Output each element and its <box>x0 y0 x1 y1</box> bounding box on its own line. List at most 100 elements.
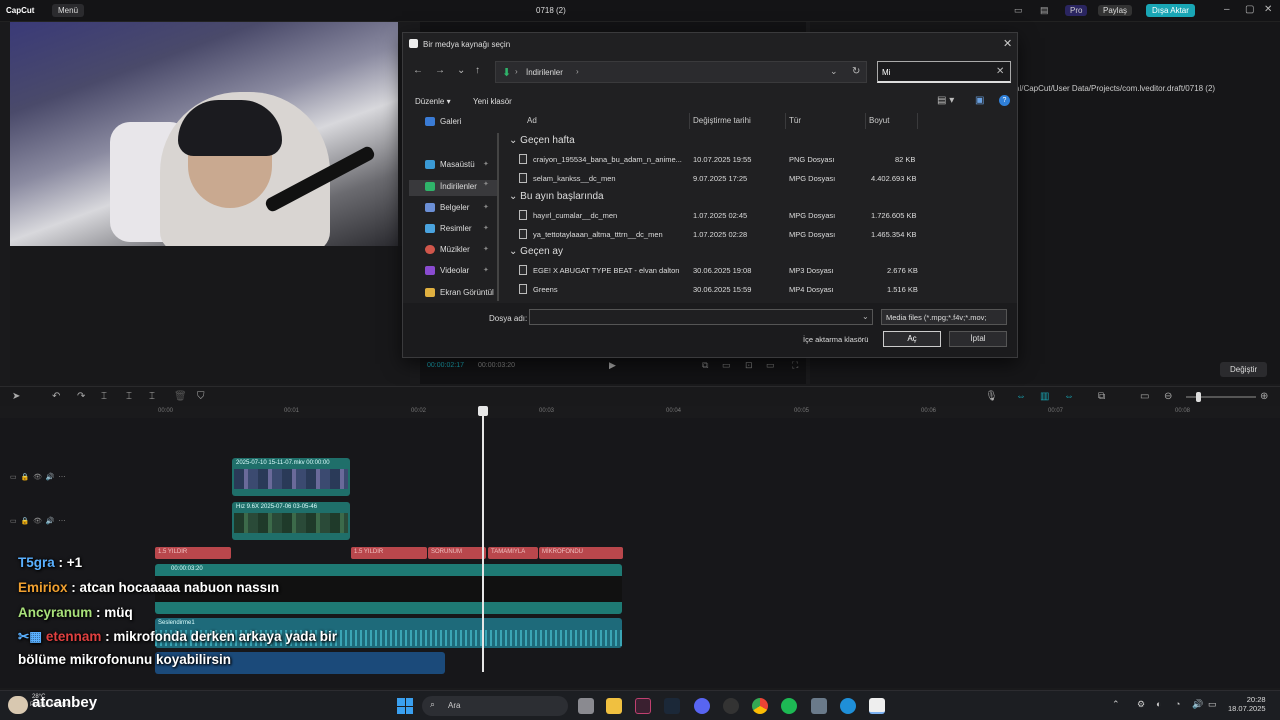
caption-clip[interactable]: TAMAMIYLA <box>488 547 538 559</box>
taskbar-search[interactable]: Ara <box>422 696 568 716</box>
menu-button[interactable]: Menü <box>52 4 85 17</box>
nav-item-pictures[interactable]: Resimler ✦ <box>425 224 489 240</box>
chrome-icon[interactable] <box>752 698 768 714</box>
preview-axis-icon[interactable]: ⇔ <box>1064 391 1074 402</box>
spotify-icon[interactable] <box>781 698 797 714</box>
obs-icon[interactable] <box>723 698 739 714</box>
file-row[interactable]: EGE! X ABUGAT TYPE BEAT - elvan dalton 30… <box>503 263 1013 279</box>
start-icon[interactable] <box>397 698 413 714</box>
snap-icon[interactable]: ▥ <box>1040 391 1049 402</box>
nav-item-downloads[interactable]: İndirilenler ✦ <box>409 180 499 196</box>
file-row[interactable]: craiyon_195534_bana_bu_adam_n_anime... 10… <box>503 152 1013 168</box>
taskbar-clock[interactable]: 20:28 18.07.2025 <box>1228 695 1266 713</box>
video-clip[interactable]: 2025-07-10 15-11-07.mkv 00:00:00 <box>232 458 350 496</box>
tray-chevron-icon[interactable]: ⌃ <box>1112 699 1120 710</box>
tray-icon[interactable]: ⚙ <box>1137 699 1145 710</box>
quality-icon[interactable]: ▭ <box>766 360 775 371</box>
tray-icon[interactable]: ◐ <box>1156 699 1161 709</box>
maximize-icon[interactable]: ▢ <box>1245 4 1254 15</box>
address-bar[interactable]: ⬇ › İndirilenler › ⌄ ↻ <box>495 61 867 83</box>
group-header[interactable]: ⌄ Geçen hafta <box>509 135 575 146</box>
redo-icon[interactable]: ↷ <box>77 391 85 402</box>
fit-icon[interactable]: ▭ <box>1140 391 1149 402</box>
app-icon[interactable] <box>811 698 827 714</box>
playhead[interactable] <box>482 406 484 672</box>
chevron-down-icon[interactable]: ⌄ <box>862 312 869 321</box>
zoom-in-icon[interactable]: ⊕ <box>1260 391 1268 402</box>
nav-item-documents[interactable]: Belgeler ✦ <box>425 203 489 219</box>
caption-clip[interactable]: SORUNUM <box>428 547 486 559</box>
preview-pane-icon[interactable]: ▣ <box>975 95 984 106</box>
column-name[interactable]: Ad <box>527 116 537 125</box>
column-modified[interactable]: Değiştirme tarihi <box>693 116 751 125</box>
video-clip[interactable]: Hız 9.6X 2025-07-06 03-05-46 <box>232 502 350 540</box>
undo-icon[interactable]: ↶ <box>52 391 60 402</box>
nav-scrollbar[interactable] <box>497 133 499 301</box>
share-button[interactable]: Paylaş <box>1098 5 1133 16</box>
change-path-button[interactable]: Değiştir <box>1220 362 1268 377</box>
file-row[interactable]: hayırl_cumalar__dc_men 1.07.2025 02:45 MPG… <box>503 208 1013 224</box>
nav-item-gallery[interactable]: Galeri <box>425 117 461 133</box>
nav-item-screenshots[interactable]: Ekran Görüntül <box>425 288 494 304</box>
minimize-icon[interactable]: – <box>1224 4 1230 15</box>
edge-icon[interactable] <box>840 698 856 714</box>
volume-icon[interactable]: 🔊 <box>1192 699 1203 710</box>
file-row[interactable]: selam_kankss__dc_men 9.07.2025 17:25 MPG D… <box>503 171 1013 187</box>
capcut-taskbar-icon[interactable] <box>869 698 885 714</box>
record-audio-icon[interactable]: 🎙 <box>985 391 998 402</box>
play-icon[interactable]: ▶ <box>609 360 616 371</box>
caption-clip[interactable]: MİKROFONDU <box>539 547 623 559</box>
group-header[interactable]: ⌄ Geçen ay <box>509 246 563 257</box>
view-options-icon[interactable]: ▤ ▾ <box>937 95 954 106</box>
export-button[interactable]: Dışa Aktar <box>1146 4 1195 17</box>
breadcrumb-downloads[interactable]: İndirilenler <box>526 68 563 77</box>
column-type[interactable]: Tür <box>789 116 801 125</box>
multi-track-icon[interactable]: ⧉ <box>1098 391 1105 402</box>
open-button[interactable]: Aç <box>883 331 941 347</box>
file-row[interactable]: ya_tettotaylaaan_altma_tttrn__dc_men 1.07… <box>503 227 1013 243</box>
link-icon[interactable]: ⇔ <box>1016 391 1026 402</box>
organize-menu[interactable]: Düzenle ▾ <box>415 97 451 106</box>
steam-icon[interactable] <box>664 698 680 714</box>
ratio-icon[interactable]: ▭ <box>722 360 731 371</box>
pro-button[interactable]: Pro <box>1065 5 1088 16</box>
dialog-close-icon[interactable]: ✕ <box>1003 37 1012 50</box>
close-icon[interactable]: ✕ <box>1264 4 1272 15</box>
marker-icon[interactable]: ⛉ <box>197 391 205 402</box>
track-controls[interactable]: ▭ 🔒 👁 🔊 ⋯ <box>10 517 66 525</box>
playhead-handle[interactable] <box>478 406 488 416</box>
track-controls[interactable]: ▭ 🔒 👁 🔊 ⋯ <box>10 473 66 481</box>
new-folder-button[interactable]: Yeni klasör <box>473 97 512 106</box>
help-icon[interactable]: ? <box>999 95 1010 106</box>
wifi-icon[interactable]: ◔ <box>1175 699 1180 709</box>
back-icon[interactable]: ← <box>413 65 423 76</box>
weather-icon[interactable] <box>8 696 28 714</box>
app-icon[interactable] <box>635 698 651 714</box>
group-header[interactable]: ⌄ Bu ayın başlarında <box>509 191 604 202</box>
filename-input[interactable]: ⌄ <box>529 309 873 325</box>
search-input[interactable]: Mi ✕ <box>877 61 1011 83</box>
up-icon[interactable]: ↑ <box>475 65 480 76</box>
fullscreen-icon[interactable]: ⛶ <box>792 360 798 371</box>
notification-icon[interactable]: ▭ <box>1208 699 1217 710</box>
address-dropdown-icon[interactable]: ⌄ <box>830 66 838 77</box>
recent-dropdown-icon[interactable]: ⌄ <box>457 65 465 76</box>
cancel-button[interactable]: İptal <box>949 331 1007 347</box>
split-right-icon[interactable]: ⌶ <box>149 391 155 402</box>
refresh-icon[interactable]: ↻ <box>852 66 860 77</box>
caption-clip[interactable]: 1.5 YILDIR <box>155 547 231 559</box>
split-icon[interactable]: ⌶ <box>101 391 107 402</box>
timeline-ruler[interactable]: 00:00 00:01 00:02 00:03 00:04 00:05 00:0… <box>155 406 1280 418</box>
forward-icon[interactable]: → <box>435 65 445 76</box>
discord-icon[interactable] <box>694 698 710 714</box>
layout-icon[interactable]: ▭ <box>1014 5 1023 16</box>
crop-icon[interactable]: ⧉ <box>702 360 708 371</box>
nav-item-desktop[interactable]: Masaüstü ✦ <box>425 160 489 176</box>
import-folder-link[interactable]: İçe aktarma klasörü <box>803 335 868 344</box>
file-explorer-icon[interactable] <box>606 698 622 714</box>
delete-icon[interactable]: 🗑 <box>174 391 187 402</box>
split-left-icon[interactable]: ⌶ <box>126 391 132 402</box>
column-size[interactable]: Boyut <box>869 116 889 125</box>
filetype-select[interactable]: Media files (*.mpg;*.f4v;*.mov; <box>881 309 1007 325</box>
shortcuts-icon[interactable]: ▤ <box>1040 5 1049 16</box>
